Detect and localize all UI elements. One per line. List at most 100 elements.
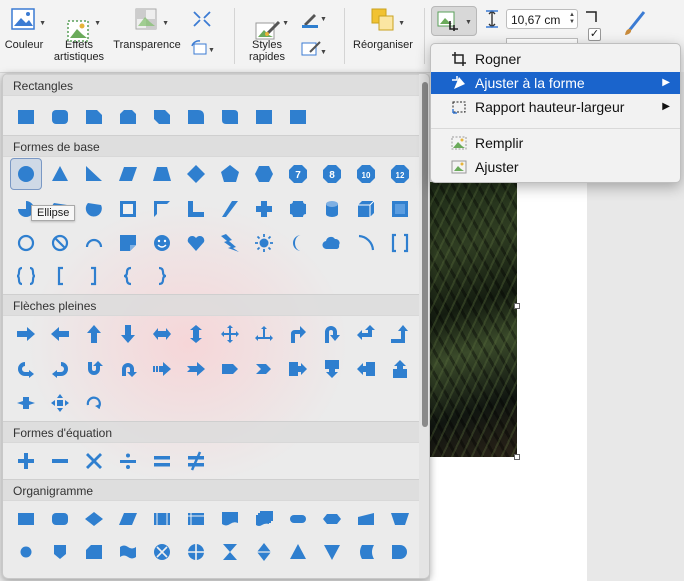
shape-penta[interactable] [219,163,241,185]
shape-fc-man[interactable] [355,508,377,530]
shape-pentarrow[interactable] [219,358,241,380]
shape-bolt[interactable] [219,232,241,254]
shape-eq-minus[interactable] [49,450,71,472]
picture-effects-icon[interactable]: ▼ [300,40,327,58]
shape-lbr[interactable] [49,265,71,287]
shape-rect[interactable] [253,106,275,128]
shape-fc-prep[interactable] [321,508,343,530]
shape-ar-curvu[interactable] [83,358,105,380]
shape-snip1[interactable] [83,106,105,128]
shape-fc-dec[interactable] [83,508,105,530]
shape-ar-bu[interactable] [389,323,411,345]
shape-fc-data[interactable] [117,508,139,530]
height-field[interactable]: 10,67 cm ▲ ▼ [506,9,578,29]
shape-rect[interactable] [287,106,309,128]
shape-eq-plus[interactable] [15,450,37,472]
shape-fc-coll[interactable] [219,541,241,563]
shape-heart[interactable] [185,232,207,254]
shape-ar-curvr[interactable] [15,358,37,380]
shape-round1[interactable] [185,106,207,128]
shape-diag[interactable] [219,198,241,220]
shape-frame[interactable] [117,198,139,220]
menu-item-aspect-ratio[interactable]: Rapport hauteur-largeur ▶ [431,96,680,118]
shape-halfframe[interactable] [151,198,173,220]
shape-arc[interactable] [83,232,105,254]
shape-fold[interactable] [117,232,139,254]
shape-rect[interactable] [15,106,37,128]
shape-callout-4[interactable] [49,392,71,414]
shape-fc-int[interactable] [185,508,207,530]
menu-item-crop-to-shape[interactable]: Ajuster à la forme ▶ [431,72,680,94]
shape-callout-lr[interactable] [15,392,37,414]
shape-nosym[interactable] [49,232,71,254]
shape-fc-term[interactable] [287,508,309,530]
shape-o12[interactable]: 12 [389,163,411,185]
transparency-button[interactable]: ▼ Transparence [111,6,183,51]
gallery-scroll-thumb[interactable] [422,82,428,427]
shape-ar-curvd[interactable] [117,358,139,380]
shape-fc-sort[interactable] [253,541,275,563]
crop-button[interactable]: ▼ [431,6,477,36]
quick-styles-button[interactable]: ▼ Styles rapides [240,6,294,63]
shape-fc-extr[interactable] [287,541,309,563]
format-pane-brush-icon[interactable] [622,8,652,38]
shape-fc-delay[interactable] [389,541,411,563]
shape-bevel[interactable] [389,198,411,220]
menu-item-fit[interactable]: Ajuster [431,156,680,178]
shape-trap[interactable] [151,163,173,185]
shape-ar-lr[interactable] [151,323,173,345]
shape-can[interactable] [321,198,343,220]
artistic-effects-button[interactable]: ▼ Effets artistiques [52,6,106,63]
shape-fc-tape[interactable] [117,541,139,563]
shape-snip2[interactable] [117,106,139,128]
shape-cube[interactable] [355,198,377,220]
shape-eq-div[interactable] [117,450,139,472]
shape-fc-stored[interactable] [355,541,377,563]
shape-callout-l[interactable] [355,358,377,380]
shape-ar-strip[interactable] [151,358,173,380]
menu-item-crop[interactable]: Rogner [431,48,680,70]
arrange-button[interactable]: ▼ Réorganiser [350,6,416,51]
shape-ar-uturn[interactable] [321,323,343,345]
compress-pictures-icon[interactable] [192,10,212,28]
resize-handle-bottom-right[interactable] [514,454,520,460]
shape-o7[interactable]: 7 [287,163,309,185]
shape-ar-4[interactable] [219,323,241,345]
shape-ar-ud[interactable] [185,323,207,345]
shape-round2[interactable] [219,106,241,128]
shape-fc-sum[interactable] [151,541,173,563]
shape-ar-l[interactable] [49,323,71,345]
shape-brackets[interactable] [389,232,411,254]
shape-o10[interactable]: 10 [355,163,377,185]
shape-fc-doc[interactable] [219,508,241,530]
shape-sun[interactable] [253,232,275,254]
shape-diamond[interactable] [185,163,207,185]
change-picture-icon[interactable]: ▼ [190,40,215,58]
shape-rbr[interactable] [83,265,105,287]
shape-ar-r[interactable] [15,323,37,345]
shape-smiley[interactable] [151,232,173,254]
shape-ar-notch[interactable] [185,358,207,380]
shape-ar-u[interactable] [83,323,105,345]
shape-callout-r[interactable] [287,358,309,380]
shape-fc-proc[interactable] [15,508,37,530]
shape-ar-lu[interactable] [355,323,377,345]
lock-aspect-checkbox[interactable]: ✓ [588,28,601,41]
shape-hexa[interactable] [253,163,275,185]
shape-fc-multi[interactable] [253,508,275,530]
shape-snipd[interactable] [151,106,173,128]
shape-plaque[interactable] [287,198,309,220]
shape-moon[interactable] [287,232,309,254]
shape-chevron[interactable] [253,358,275,380]
shape-fc-pre[interactable] [151,508,173,530]
shape-callout-u[interactable] [389,358,411,380]
shape-eq-mul[interactable] [83,450,105,472]
resize-handle-right[interactable] [514,303,520,309]
shape-rrect[interactable] [49,106,71,128]
shape-para[interactable] [117,163,139,185]
shape-eq-neq[interactable] [185,450,207,472]
shape-plus[interactable] [253,198,275,220]
shape-fc-alt[interactable] [49,508,71,530]
shape-fc-card[interactable] [83,541,105,563]
shape-fc-manop[interactable] [389,508,411,530]
